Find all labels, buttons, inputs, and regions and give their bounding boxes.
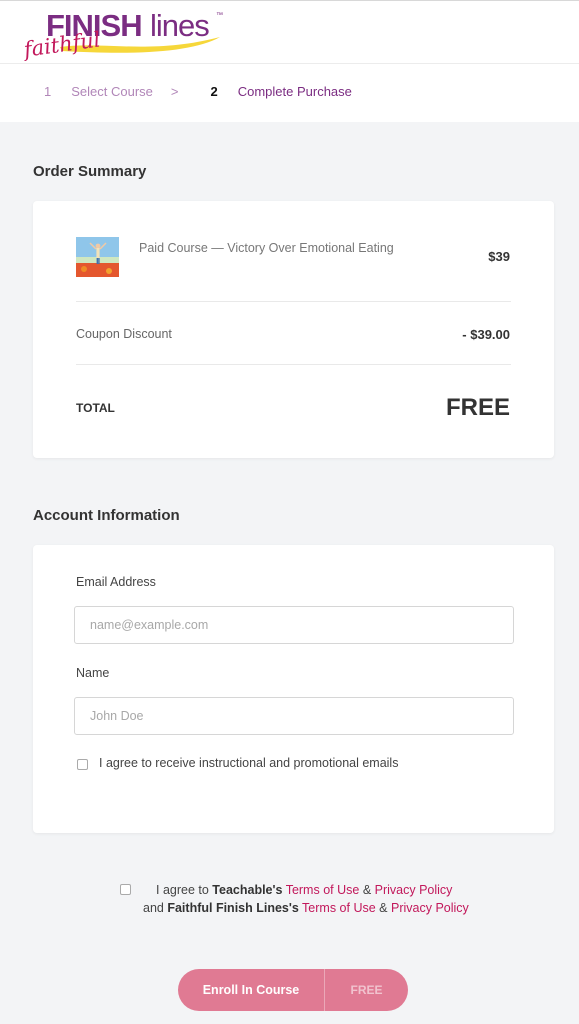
school-terms-link[interactable]: Terms of Use [302, 901, 376, 915]
enroll-button-price: FREE [350, 983, 383, 997]
terms-prefix: I agree to [156, 883, 213, 897]
site-header: FINISH lines ™ faithful 1 Select Course … [0, 0, 579, 122]
terms-amp: & [362, 883, 372, 897]
promo-emails-label: I agree to receive instructional and pro… [99, 756, 399, 770]
step-separator: > [170, 84, 179, 99]
email-label: Email Address [76, 575, 156, 589]
name-field[interactable] [74, 697, 514, 735]
name-label: Name [76, 666, 110, 680]
order-summary-title: Order Summary [33, 163, 147, 180]
promo-emails-checkbox[interactable] [77, 759, 88, 770]
step-select-course[interactable]: Select Course [71, 84, 153, 99]
total-value: FREE [445, 394, 510, 421]
summary-divider [76, 364, 511, 365]
header-divider [0, 63, 579, 64]
terms-checkbox[interactable] [120, 884, 131, 895]
step-complete-purchase: Complete Purchase [237, 84, 352, 99]
email-field[interactable] [74, 606, 514, 644]
account-information-title: Account Information [33, 507, 180, 524]
summary-divider [76, 301, 511, 302]
logo-faithful-text: faithful [22, 27, 102, 61]
step-1-number: 1 [44, 84, 52, 99]
course-title: Paid Course — Victory Over Emotional Eat… [139, 241, 394, 255]
school-privacy-link[interactable]: Privacy Policy [391, 901, 469, 915]
checkout-steps: 1 Select Course > 2 Complete Purchase [44, 84, 352, 99]
total-label: TOTAL [76, 401, 115, 415]
terms-company-school: Faithful Finish Lines's [167, 901, 299, 915]
step-2-number: 2 [210, 84, 218, 99]
course-thumbnail [76, 237, 119, 277]
logo-lines-text: lines [150, 8, 209, 43]
enroll-button-label: Enroll In Course [178, 969, 325, 1011]
teachable-privacy-link[interactable]: Privacy Policy [375, 883, 453, 897]
teachable-terms-link[interactable]: Terms of Use [286, 883, 360, 897]
enroll-in-course-button[interactable]: Enroll In Course FREE [178, 969, 408, 1011]
terms-and: and [143, 901, 164, 915]
account-information-card: Email Address Name I agree to receive in… [33, 545, 554, 833]
logo-tm: ™ [216, 12, 223, 19]
terms-line-2: and Faithful Finish Lines's Terms of Use… [143, 899, 469, 917]
terms-line-1: I agree to Teachable's Terms of Use & Pr… [156, 881, 452, 899]
coupon-discount-value: - $39.00 [462, 327, 510, 342]
order-summary-card: Paid Course — Victory Over Emotional Eat… [33, 201, 554, 458]
course-price: $39 [488, 249, 510, 264]
faithful-finish-lines-logo[interactable]: FINISH lines ™ faithful [20, 3, 232, 62]
terms-company-teachable: Teachable's [212, 883, 283, 897]
logo-graphic: FINISH lines ™ faithful [20, 8, 223, 62]
coupon-discount-label: Coupon Discount [76, 327, 172, 341]
terms-amp: & [379, 901, 388, 915]
